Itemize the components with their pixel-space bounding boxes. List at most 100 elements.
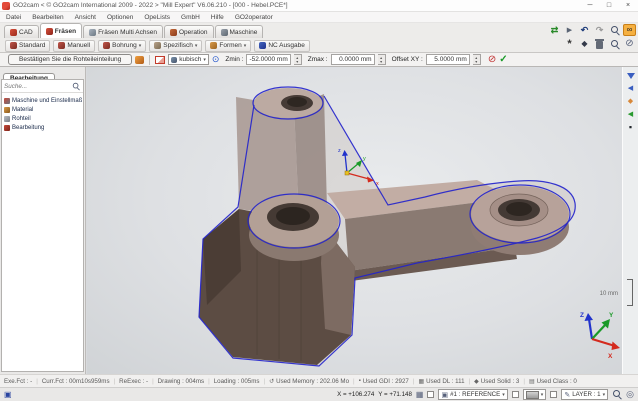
- undo-icon[interactable]: ↶: [578, 24, 591, 36]
- scale-bracket: [627, 279, 633, 306]
- sync-icon[interactable]: ⇄: [548, 24, 561, 36]
- zmax-input[interactable]: 0.0000 mm: [331, 54, 375, 65]
- tree-item-maschine-label: Maschine und Einstellmaße: [12, 98, 82, 104]
- viewport-3d[interactable]: x y z Z Y X 10 mm: [87, 67, 622, 374]
- tab-cad[interactable]: CAD: [4, 25, 39, 38]
- delete-icon[interactable]: [593, 38, 606, 50]
- cancel-icon[interactable]: ⊘: [488, 54, 496, 65]
- manuell-button[interactable]: Manuell: [53, 40, 95, 52]
- status-separator: |: [36, 378, 38, 385]
- reference-select[interactable]: ▣ #1 : REFERENCE ▾: [438, 389, 507, 400]
- chevron-blue-icon[interactable]: ◀: [625, 83, 637, 94]
- grid-icon[interactable]: ▦: [416, 390, 424, 399]
- spezifisch-button[interactable]: Spezifisch ▾: [149, 40, 202, 52]
- search-input[interactable]: [4, 83, 70, 90]
- offset-xy-input[interactable]: 5.0000 mm: [426, 54, 470, 65]
- tab-operation-label: Operation: [179, 29, 208, 36]
- tree-item-bearbeitung[interactable]: Bearbeitung: [4, 123, 82, 132]
- zoom-select-icon[interactable]: [612, 389, 622, 401]
- tree-item-rohteil-label: Rohteil: [12, 116, 31, 122]
- layer-checkbox[interactable]: [550, 391, 557, 398]
- stock-type-dropdown-icon: ▾: [203, 57, 206, 63]
- model-left-boss: [249, 195, 339, 261]
- standard-button[interactable]: Standard: [5, 40, 50, 52]
- offset-xy-stepper[interactable]: ▴▾: [473, 54, 481, 65]
- menu-optionen[interactable]: Optionen: [107, 14, 133, 21]
- tab-cad-label: CAD: [19, 29, 33, 36]
- formen-dropdown-icon: ▾: [244, 43, 247, 49]
- minimize-button[interactable]: ─: [582, 0, 598, 11]
- tree-item-material-label: Material: [12, 107, 33, 113]
- stock-type-value: kubisch: [179, 56, 201, 63]
- window-title: GO2cam < © GO2cam International 2009 - 2…: [13, 2, 579, 9]
- bohrung-icon: [103, 42, 110, 49]
- target-icon[interactable]: ◎: [626, 389, 634, 400]
- zoom-icon[interactable]: [608, 24, 621, 36]
- stock-type-select[interactable]: kubisch ▾: [168, 54, 209, 65]
- status-separator: |: [523, 378, 525, 385]
- tab-fraesen[interactable]: Fräsen: [40, 23, 82, 38]
- rohteil-tree-icon: [4, 116, 10, 122]
- svg-text:Y: Y: [609, 312, 614, 319]
- tree-item-rohteil[interactable]: Rohteil: [4, 114, 82, 123]
- grid-checkbox[interactable]: [427, 391, 434, 398]
- standard-label: Standard: [19, 42, 45, 49]
- color-select[interactable]: ▾: [523, 389, 547, 400]
- maschine-icon: [221, 29, 228, 36]
- stock-image-icon[interactable]: [155, 56, 165, 64]
- tab-fraesen-multi-achsen[interactable]: Fräsen Multi Achsen: [83, 25, 163, 38]
- pen-icon: ✎: [564, 391, 570, 399]
- formen-button[interactable]: Formen ▾: [205, 40, 251, 52]
- chevron-green-icon[interactable]: ◀: [625, 109, 637, 120]
- tree-item-bearbeitung-label: Bearbeitung: [12, 125, 44, 131]
- layer-select[interactable]: ✎ LAYER : 1 ▾: [561, 389, 608, 400]
- magnifier3-icon: [612, 389, 622, 399]
- ink-icon[interactable]: ◆: [578, 38, 591, 50]
- view-glasses-icon[interactable]: ∞: [623, 24, 636, 36]
- zmin-input[interactable]: -52.0000 mm: [246, 54, 290, 65]
- bohrung-button[interactable]: Bohrung ▾: [98, 40, 146, 52]
- status-used-class: ▤Used Class : 0: [529, 378, 577, 385]
- tab-operation[interactable]: Operation: [164, 25, 214, 38]
- status-used-dl: ▦Used DL : 111: [418, 378, 464, 385]
- menu-ansicht[interactable]: Ansicht: [75, 14, 96, 21]
- zoom-window-icon[interactable]: [608, 38, 621, 50]
- divider: [149, 55, 150, 65]
- info-icon[interactable]: ⊙: [212, 54, 220, 65]
- color-dropdown-icon: ▾: [541, 392, 544, 398]
- hide-icon[interactable]: ⊘: [623, 38, 636, 50]
- zmin-stepper[interactable]: ▴▾: [294, 54, 302, 65]
- rohteil-icon[interactable]: [135, 56, 144, 64]
- material-icon: [4, 107, 10, 113]
- zmax-stepper[interactable]: ▴▾: [378, 54, 386, 65]
- zmin-down-icon: ▾: [294, 60, 301, 64]
- nc-ausgabe-button[interactable]: NC Ausgabe: [254, 40, 310, 52]
- status-used-solid: ◆Used Solid : 3: [474, 378, 519, 385]
- menu-go2operator[interactable]: GO2operator: [235, 14, 273, 21]
- confirm-icon[interactable]: ✓: [499, 54, 507, 65]
- tab-maschine[interactable]: Maschine: [215, 25, 264, 38]
- menu-bearbeiten[interactable]: Bearbeiten: [32, 14, 63, 21]
- operations-panel: Bearbeitung Maschine und Einstellmaße Ma…: [0, 67, 86, 374]
- app-grid-icon[interactable]: ▣: [4, 390, 12, 399]
- tree-item-material[interactable]: Material: [4, 105, 82, 114]
- pointer-icon[interactable]: ▶: [563, 24, 576, 36]
- filter-icon[interactable]: [625, 70, 637, 81]
- camera-icon[interactable]: ▪: [625, 122, 637, 133]
- probe-icon[interactable]: ◆: [625, 96, 637, 107]
- maximize-button[interactable]: □: [601, 0, 617, 11]
- close-button[interactable]: ×: [620, 0, 636, 11]
- burr-icon[interactable]: *: [563, 38, 576, 50]
- svg-text:Z: Z: [580, 312, 584, 319]
- menu-hilfe[interactable]: Hilfe: [211, 14, 224, 21]
- redo-icon[interactable]: ↷: [593, 24, 606, 36]
- gdi-icon: ▪: [359, 378, 361, 384]
- menu-opelists[interactable]: OpeLists: [144, 14, 170, 21]
- reference-dropdown-icon: ▾: [502, 392, 505, 398]
- ribbon-tabs: CAD Fräsen Fräsen Multi Achsen Operation…: [0, 23, 638, 38]
- reference-checkbox[interactable]: [512, 391, 519, 398]
- status-reexec: ReExec : -: [119, 378, 148, 385]
- menu-datei[interactable]: Datei: [6, 14, 21, 21]
- menu-gmbh[interactable]: GmbH: [181, 14, 200, 21]
- tree-item-maschine[interactable]: Maschine und Einstellmaße: [4, 96, 82, 105]
